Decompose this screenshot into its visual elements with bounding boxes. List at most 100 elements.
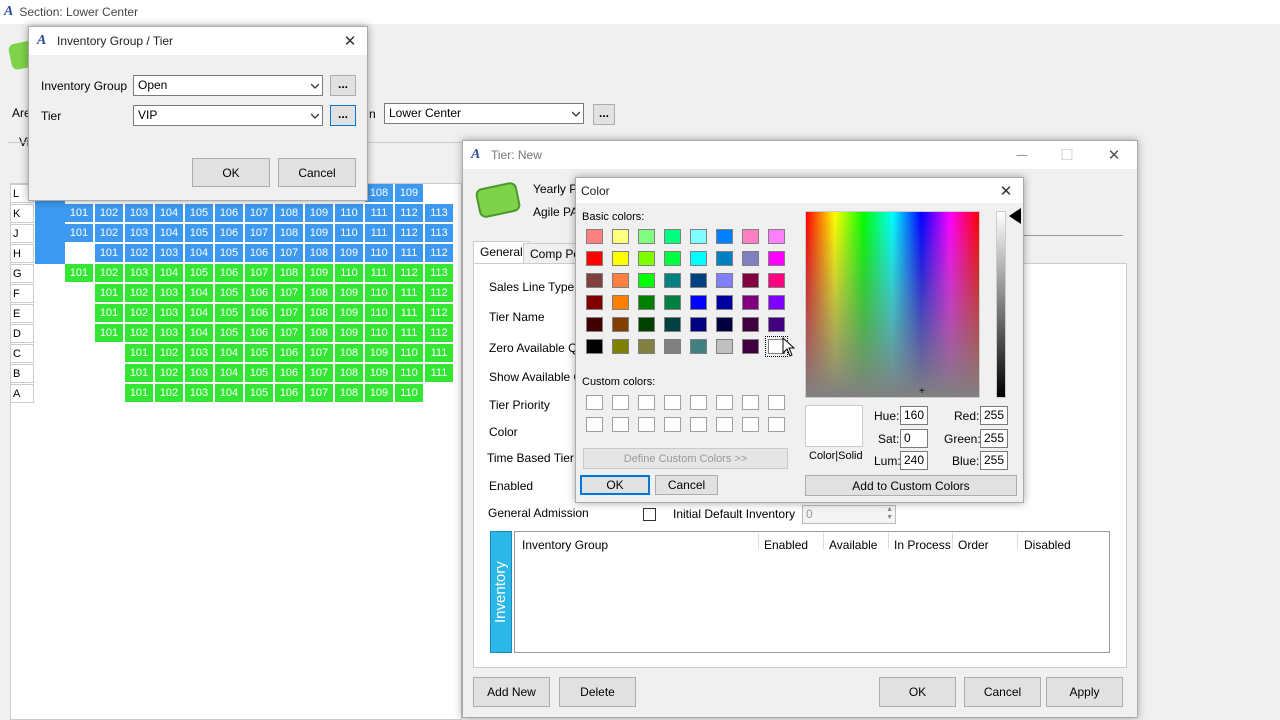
custom-color-swatch[interactable] <box>612 395 629 410</box>
seat[interactable]: 107 <box>275 244 304 263</box>
basic-color-swatch[interactable] <box>638 295 655 310</box>
color-ok-button[interactable]: OK <box>580 475 650 495</box>
seat[interactable]: 111 <box>365 264 394 283</box>
seat[interactable]: 102 <box>95 224 124 243</box>
custom-color-swatch[interactable] <box>586 395 603 410</box>
col-inventory-group[interactable]: Inventory Group <box>522 538 608 552</box>
spinner-arrows-icon[interactable]: ▲ ▼ <box>886 506 893 522</box>
basic-color-swatch[interactable] <box>612 229 629 244</box>
seat[interactable]: 106 <box>275 364 304 383</box>
general-admission-checkbox[interactable] <box>643 508 656 521</box>
green-input[interactable]: 255 <box>980 429 1008 448</box>
basic-color-swatch[interactable] <box>690 251 707 266</box>
seat[interactable]: 111 <box>395 304 424 323</box>
custom-color-swatch[interactable] <box>586 417 603 432</box>
seat[interactable]: 104 <box>185 284 214 303</box>
seat[interactable]: 102 <box>155 364 184 383</box>
basic-color-swatch[interactable] <box>768 273 785 288</box>
tier-apply-button[interactable]: Apply <box>1046 677 1123 707</box>
inventory-group-combo[interactable]: Open <box>133 75 323 96</box>
section-browse-button[interactable]: ... <box>593 104 615 125</box>
seat[interactable]: 109 <box>335 324 364 343</box>
seat[interactable]: 107 <box>245 224 274 243</box>
seat[interactable]: 109 <box>305 224 334 243</box>
tier-browse-button[interactable]: ... <box>330 105 356 126</box>
custom-color-swatch[interactable] <box>768 417 785 432</box>
basic-color-swatch[interactable] <box>664 295 681 310</box>
seat[interactable]: 109 <box>305 204 334 223</box>
seat[interactable]: 108 <box>335 344 364 363</box>
seat[interactable]: 107 <box>275 304 304 323</box>
basic-color-swatch[interactable] <box>664 251 681 266</box>
basic-color-swatch[interactable] <box>742 229 759 244</box>
sat-input[interactable]: 0 <box>900 429 928 448</box>
seat[interactable]: 103 <box>185 344 214 363</box>
color-spectrum[interactable] <box>805 211 980 398</box>
seat[interactable]: 101 <box>125 344 154 363</box>
seat[interactable]: 111 <box>365 204 394 223</box>
seat[interactable]: 105 <box>215 324 244 343</box>
seat[interactable]: 102 <box>155 384 184 403</box>
seat[interactable]: 110 <box>365 324 394 343</box>
basic-color-swatch[interactable] <box>586 273 603 288</box>
blue-input[interactable]: 255 <box>980 451 1008 470</box>
custom-color-swatch[interactable] <box>742 417 759 432</box>
seat[interactable]: 111 <box>425 344 454 363</box>
basic-color-swatch[interactable] <box>612 251 629 266</box>
tab-general[interactable]: General <box>473 241 530 263</box>
seat[interactable]: 101 <box>95 284 124 303</box>
custom-color-swatch[interactable] <box>690 395 707 410</box>
seat[interactable]: 103 <box>125 264 154 283</box>
custom-color-swatch[interactable] <box>690 417 707 432</box>
basic-color-swatch[interactable] <box>638 273 655 288</box>
minimize-icon[interactable]: ─ <box>1007 141 1037 169</box>
basic-color-swatch[interactable] <box>586 251 603 266</box>
seat[interactable]: 107 <box>275 284 304 303</box>
seat[interactable]: 108 <box>275 264 304 283</box>
seat[interactable]: 112 <box>425 244 454 263</box>
inventory-group-browse-button[interactable]: ... <box>330 75 356 96</box>
basic-color-swatch[interactable] <box>586 295 603 310</box>
seat[interactable]: 102 <box>95 204 124 223</box>
custom-color-swatch[interactable] <box>664 395 681 410</box>
seat[interactable]: 105 <box>245 384 274 403</box>
col-enabled[interactable]: Enabled <box>764 538 808 552</box>
seat[interactable]: 105 <box>215 284 244 303</box>
basic-color-swatch[interactable] <box>612 339 629 354</box>
seat[interactable]: 103 <box>155 304 184 323</box>
basic-color-swatch[interactable] <box>664 339 681 354</box>
tier-ok-button[interactable]: OK <box>879 677 956 707</box>
seat[interactable]: 110 <box>335 224 364 243</box>
seat[interactable]: 110 <box>365 304 394 323</box>
seat[interactable]: 104 <box>155 224 184 243</box>
close-icon[interactable]: ✕ <box>991 178 1021 203</box>
basic-color-swatch[interactable] <box>768 229 785 244</box>
basic-color-swatch[interactable] <box>768 251 785 266</box>
seat[interactable]: 107 <box>305 344 334 363</box>
seat[interactable]: 104 <box>185 304 214 323</box>
seat[interactable]: 110 <box>335 264 364 283</box>
seat[interactable]: 104 <box>185 244 214 263</box>
delete-button[interactable]: Delete <box>559 677 636 707</box>
seat[interactable]: 102 <box>155 344 184 363</box>
lum-input[interactable]: 240 <box>900 451 928 470</box>
custom-color-swatch[interactable] <box>716 395 733 410</box>
seat[interactable]: 107 <box>245 264 274 283</box>
seat[interactable]: 101 <box>125 384 154 403</box>
seat[interactable]: 103 <box>155 284 184 303</box>
seat[interactable]: 101 <box>95 244 124 263</box>
seat[interactable]: 102 <box>125 244 154 263</box>
seat[interactable]: 108 <box>305 244 334 263</box>
basic-color-swatch[interactable] <box>586 229 603 244</box>
custom-color-swatch[interactable] <box>638 395 655 410</box>
seat[interactable]: 107 <box>305 384 334 403</box>
custom-color-swatch[interactable] <box>768 395 785 410</box>
seat[interactable]: 108 <box>275 204 304 223</box>
seat[interactable]: 106 <box>215 264 244 283</box>
seat[interactable]: 108 <box>305 324 334 343</box>
basic-color-swatch[interactable] <box>586 339 603 354</box>
basic-color-swatch[interactable] <box>690 317 707 332</box>
close-icon[interactable]: ✕ <box>335 27 365 55</box>
seat[interactable]: 112 <box>395 204 424 223</box>
basic-color-swatch[interactable] <box>716 251 733 266</box>
